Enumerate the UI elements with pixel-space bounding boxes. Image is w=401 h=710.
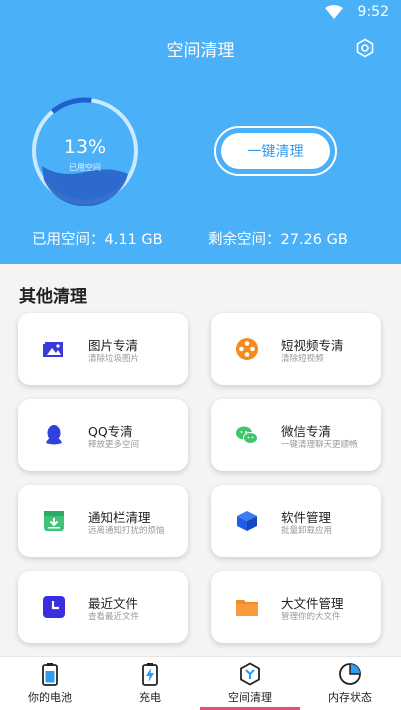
notification-tray-icon xyxy=(44,511,64,531)
card-image-clean[interactable]: 图片专清 清除垃圾图片 xyxy=(18,313,188,385)
film-reel-icon xyxy=(236,338,258,360)
bottom-nav: 你的电池 充电 空间清理 内存状态 xyxy=(0,656,401,710)
page-title: 空间清理 xyxy=(166,41,235,61)
header-panel: 9:52 空间清理 13% 已用空间 一键清理 已用空间：4.11 GB 剩余空… xyxy=(0,0,401,264)
used-space: 已用空间：4.11 GB xyxy=(32,232,163,248)
wifi-icon xyxy=(325,5,343,19)
wechat-icon xyxy=(236,426,258,444)
folder-icon xyxy=(236,600,258,616)
card-qq-clean[interactable]: QQ专清 释放更多空间 xyxy=(18,399,188,471)
card-recent-files[interactable]: 最近文件 查看最近文件 xyxy=(18,571,188,643)
used-percent-label: 已用空间 xyxy=(69,163,101,172)
free-space: 剩余空间：27.26 GB xyxy=(208,232,348,248)
one-key-clean-ring: 一键清理 xyxy=(214,126,337,176)
clean-hex-icon xyxy=(240,662,260,686)
card-wechat-clean[interactable]: 微信专清 一键清理聊天更顺畅 xyxy=(211,399,381,471)
nav-memory-status[interactable]: 内存状态 xyxy=(300,657,400,710)
card-notification-clean[interactable]: 通知栏清理 远离通知打扰的烦恼 xyxy=(18,485,188,557)
image-icon xyxy=(43,342,63,357)
card-subtitle: 一键清理聊天更顺畅 xyxy=(281,440,358,450)
used-percent: 13% xyxy=(63,136,107,158)
pie-chart-icon xyxy=(339,663,361,685)
clock-icon xyxy=(43,596,65,618)
status-bar: 9:52 xyxy=(0,0,401,26)
one-key-clean-button[interactable]: 一键清理 xyxy=(221,133,330,169)
card-subtitle: 释放更多空间 xyxy=(88,440,140,450)
nav-label: 内存状态 xyxy=(328,691,372,704)
card-subtitle: 清除垃圾图片 xyxy=(88,354,140,364)
nav-label: 空间清理 xyxy=(228,691,272,704)
card-subtitle: 远离通知打扰的烦恼 xyxy=(88,526,165,536)
nav-charging[interactable]: 充电 xyxy=(100,657,200,710)
battery-icon xyxy=(42,663,58,686)
nav-battery[interactable]: 你的电池 xyxy=(0,657,100,710)
card-subtitle: 管理你的大文件 xyxy=(281,612,341,622)
qq-icon xyxy=(46,425,62,445)
nav-space-clean[interactable]: 空间清理 xyxy=(200,657,300,710)
card-large-files[interactable]: 大文件管理 管理你的大文件 xyxy=(211,571,381,643)
card-app-manager[interactable]: 软件管理 批量卸载应用 xyxy=(211,485,381,557)
card-subtitle: 查看最近文件 xyxy=(88,612,140,622)
charging-icon xyxy=(142,663,158,686)
cube-icon xyxy=(237,511,257,531)
card-subtitle: 清除短视频 xyxy=(281,354,324,364)
card-subtitle: 批量卸载应用 xyxy=(281,526,333,536)
nav-label: 充电 xyxy=(139,691,161,704)
status-time: 9:52 xyxy=(357,4,389,20)
nav-label: 你的电池 xyxy=(28,691,72,704)
section-title: 其他清理 xyxy=(19,287,87,307)
settings-hex-icon[interactable] xyxy=(355,38,375,58)
card-video-clean[interactable]: 短视频专清 清除短视频 xyxy=(211,313,381,385)
